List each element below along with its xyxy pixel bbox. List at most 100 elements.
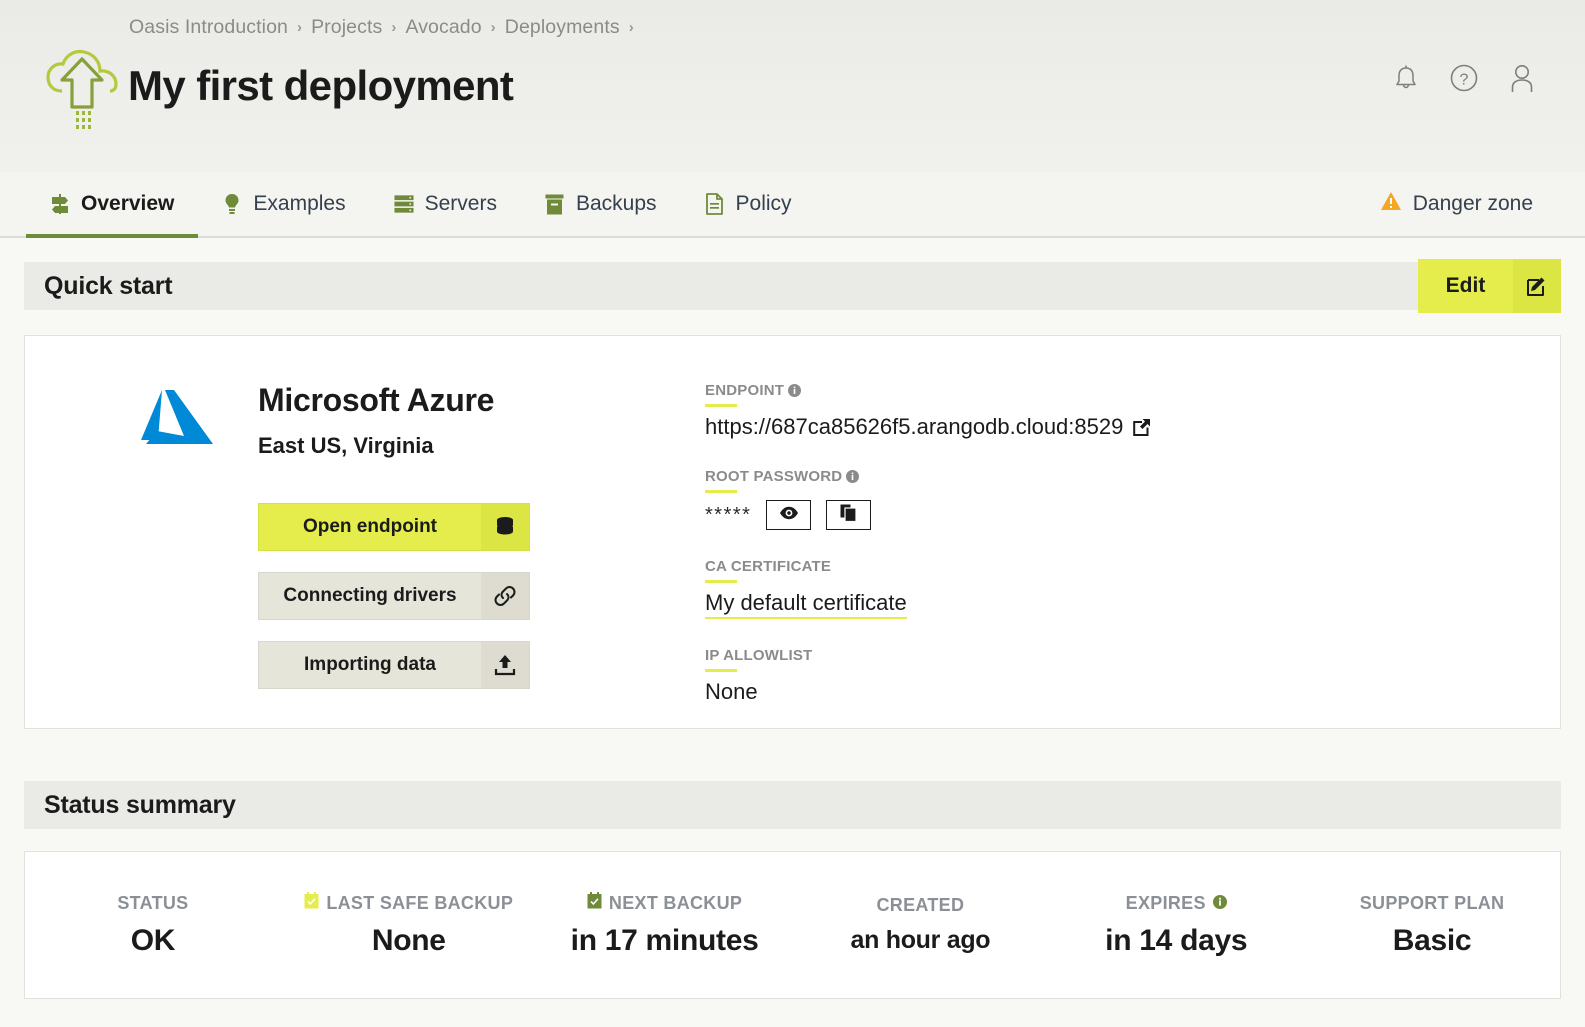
upload-icon [481,642,529,688]
breadcrumb-item-0[interactable]: Oasis Introduction [129,16,288,39]
archive-box-icon [545,192,565,216]
quick-start-title: Quick start [24,262,1418,310]
stat-value: an hour ago [792,926,1048,955]
document-icon [705,192,725,216]
importing-data-button[interactable]: Importing data [258,641,530,689]
ip-allowlist-value: None [705,679,1151,705]
header-icon-group: ? [1391,62,1537,94]
label-underline [705,669,737,672]
page-header: Oasis Introduction › Projects › Avocado … [0,0,1585,172]
help-question-icon[interactable]: ? [1449,62,1479,94]
provider-text: Microsoft Azure East US, Virginia Open e… [214,382,530,728]
endpoint-value-row: https://687ca85626f5.arangodb.cloud:8529 [705,414,1151,440]
stat-label: LAST SAFE BACKUP [326,893,513,914]
stat-status: STATUS OK [25,893,281,958]
stat-label-row: LAST SAFE BACKUP [281,892,537,914]
stat-label: NEXT BACKUP [609,893,742,914]
user-account-icon[interactable] [1507,62,1537,94]
edit-button[interactable]: Edit [1418,259,1561,313]
danger-zone-label: Danger zone [1413,192,1533,216]
endpoint-label-row: ENDPOINT [705,382,1151,399]
link-chain-icon [481,573,529,619]
stat-value: in 17 minutes [537,924,793,958]
stat-label-row: STATUS [25,893,281,914]
quick-start-card: Microsoft Azure East US, Virginia Open e… [24,335,1561,729]
label-underline [705,580,737,583]
connecting-drivers-button[interactable]: Connecting drivers [258,572,530,620]
ip-allowlist-field: IP ALLOWLIST None [705,647,1151,705]
stat-value: OK [25,924,281,958]
endpoint-label: ENDPOINT [705,382,784,399]
database-icon [481,504,529,550]
stat-label: SUPPORT PLAN [1360,893,1505,914]
importing-data-label: Importing data [259,654,481,676]
breadcrumb-item-3[interactable]: Deployments [505,16,620,39]
breadcrumb-separator-icon: › [391,19,396,36]
ca-certificate-value[interactable]: My default certificate [705,590,907,619]
stat-label-row: SUPPORT PLAN [1304,893,1560,914]
info-icon[interactable] [846,470,859,483]
tab-overview[interactable]: Overview [26,172,198,236]
tab-policy[interactable]: Policy [681,172,816,236]
label-underline [705,404,737,407]
eye-icon [779,506,799,525]
breadcrumb-item-1[interactable]: Projects [311,16,382,39]
provider-region: East US, Virginia [258,433,530,459]
ca-certificate-label-row: CA CERTIFICATE [705,558,1151,575]
stat-label: STATUS [117,893,188,914]
lightbulb-icon [222,192,242,216]
tab-list: Overview Examples [0,172,816,236]
root-password-masked-value: ***** [705,504,751,527]
external-link-icon[interactable] [1132,418,1151,437]
tab-label: Examples [253,192,345,216]
stat-support-plan: SUPPORT PLAN Basic [1304,893,1560,958]
stat-label: EXPIRES [1126,893,1206,914]
breadcrumb: Oasis Introduction › Projects › Avocado … [129,16,634,39]
stat-created: CREATED an hour ago [792,895,1048,955]
tab-backups[interactable]: Backups [521,172,681,236]
reveal-password-button[interactable] [766,500,811,530]
svg-text:?: ? [1460,72,1469,89]
notifications-bell-icon[interactable] [1391,62,1421,94]
info-icon[interactable] [788,384,801,397]
stat-label-row: EXPIRES [1048,893,1304,914]
danger-zone-link[interactable]: Danger zone [1380,172,1533,236]
connecting-drivers-label: Connecting drivers [259,585,481,607]
label-underline [705,490,737,493]
calendar-check-icon [304,892,319,914]
copy-password-button[interactable] [826,500,871,530]
stat-value: None [281,924,537,958]
root-password-field: ROOT PASSWORD ***** [705,468,1151,530]
status-summary-title: Status summary [24,781,1561,829]
tab-examples[interactable]: Examples [198,172,369,236]
tab-label: Overview [81,192,174,216]
endpoint-value[interactable]: https://687ca85626f5.arangodb.cloud:8529 [705,414,1123,440]
server-rack-icon [394,192,414,216]
tab-servers[interactable]: Servers [370,172,521,236]
stat-expires: EXPIRES in 14 days [1048,893,1304,958]
copy-icon [840,504,857,527]
breadcrumb-item-2[interactable]: Avocado [405,16,481,39]
cloud-upload-icon [44,47,120,133]
root-password-label-row: ROOT PASSWORD [705,468,1151,485]
breadcrumb-separator-icon: › [491,19,496,36]
root-password-label: ROOT PASSWORD [705,468,842,485]
stat-value: Basic [1304,924,1560,958]
status-summary-card: STATUS OK LAST SAFE BACKUP None [24,851,1561,999]
ca-certificate-field: CA CERTIFICATE My default certificate [705,558,1151,619]
ca-certificate-label: CA CERTIFICATE [705,558,831,575]
deployment-details-panel: ENDPOINT https://687ca85626f5.arangodb.c… [705,368,1151,728]
tab-label: Policy [736,192,792,216]
tab-label: Servers [425,192,497,216]
root-password-value-row: ***** [705,500,1151,530]
page-title: My first deployment [128,62,513,110]
microsoft-azure-logo [132,382,214,728]
stat-label: CREATED [877,895,965,916]
open-endpoint-button[interactable]: Open endpoint [258,503,530,551]
signpost-icon [50,192,70,216]
edit-button-label: Edit [1418,274,1513,298]
info-icon[interactable] [1213,893,1227,914]
open-endpoint-label: Open endpoint [259,516,481,538]
stat-last-safe-backup: LAST SAFE BACKUP None [281,892,537,958]
edit-pencil-icon [1513,259,1561,313]
